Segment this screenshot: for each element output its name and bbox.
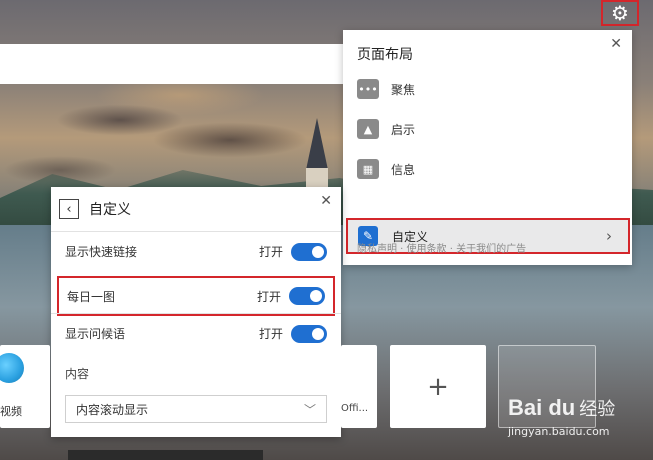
plus-icon: + xyxy=(427,371,449,402)
customize-panel: ‹ 自定义 ✕ 显示快速链接 打开 每日一图 打开 显示问候语 打开 内容 内容… xyxy=(51,187,341,437)
settings-button[interactable]: ⚙ xyxy=(601,0,639,26)
inspiration-icon: ▲ xyxy=(357,119,379,139)
page-layout-panel: 页面布局 ✕ ••• 聚焦 ▲ 启示 ▦ 信息 ✎ 自定义 › 隐私声明 · 使… xyxy=(343,30,632,265)
search-bar[interactable] xyxy=(0,44,348,84)
tile-label: 视频 xyxy=(0,405,22,418)
quick-link-video[interactable]: 视频 xyxy=(0,345,50,428)
church-spire xyxy=(306,118,328,170)
row-state: 打开 xyxy=(256,289,281,304)
tile-label: Offi... xyxy=(341,403,369,414)
watermark-brand-cn: 经验 xyxy=(579,399,616,419)
quick-links-toggle[interactable] xyxy=(291,242,327,261)
info-icon: ▦ xyxy=(357,159,379,179)
chevron-right-icon: › xyxy=(606,227,612,245)
video-logo-icon xyxy=(0,353,24,383)
row-state: 打开 xyxy=(258,245,283,259)
layout-option-inspiration[interactable]: ▲ 启示 xyxy=(357,114,415,144)
chevron-down-icon: ﹀ xyxy=(303,402,316,417)
row-label: 显示问候语 xyxy=(65,327,126,341)
gear-icon: ⚙ xyxy=(611,1,629,25)
close-icon[interactable]: ✕ xyxy=(610,36,622,52)
layout-option-info[interactable]: ▦ 信息 xyxy=(357,154,415,184)
back-button[interactable]: ‹ xyxy=(59,199,79,219)
close-icon[interactable]: ✕ xyxy=(320,193,332,209)
row-quick-links: 显示快速链接 打开 xyxy=(51,231,341,271)
content-select[interactable]: 内容滚动显示 ﹀ xyxy=(65,395,327,423)
footer-links[interactable]: 隐私声明 · 使用条款 · 关于我们的广告 xyxy=(357,240,526,255)
add-quick-link-button[interactable]: + xyxy=(390,345,486,428)
daily-image-toggle[interactable] xyxy=(289,287,325,305)
content-select-value: 内容滚动显示 xyxy=(76,402,149,417)
customize-header: ‹ 自定义 xyxy=(59,199,131,219)
layout-option-label: 启示 xyxy=(391,122,416,137)
row-daily-image: 每日一图 打开 xyxy=(57,276,335,316)
layout-option-focus[interactable]: ••• 聚焦 xyxy=(357,74,415,104)
content-label: 内容 xyxy=(65,367,90,381)
focus-icon: ••• xyxy=(357,79,379,99)
layout-panel-title: 页面布局 xyxy=(357,47,413,63)
watermark-url: jingyan.baidu.com xyxy=(508,425,610,438)
watermark: Bai du 经验 jingyan.baidu.com xyxy=(508,395,615,438)
layout-option-label: 信息 xyxy=(391,162,416,177)
row-label: 每日一图 xyxy=(67,289,116,304)
bottom-bar xyxy=(68,450,263,460)
quick-link-office[interactable]: Offi... xyxy=(341,345,377,428)
row-state: 打开 xyxy=(258,327,283,341)
layout-option-label: 聚焦 xyxy=(391,82,416,97)
watermark-brand: Bai du 经验 xyxy=(508,395,615,421)
watermark-brand-text: Bai du xyxy=(508,395,576,420)
row-greeting: 显示问候语 打开 xyxy=(51,313,341,353)
customize-title: 自定义 xyxy=(89,202,131,218)
row-label: 显示快速链接 xyxy=(65,245,138,259)
greeting-toggle[interactable] xyxy=(291,324,327,343)
